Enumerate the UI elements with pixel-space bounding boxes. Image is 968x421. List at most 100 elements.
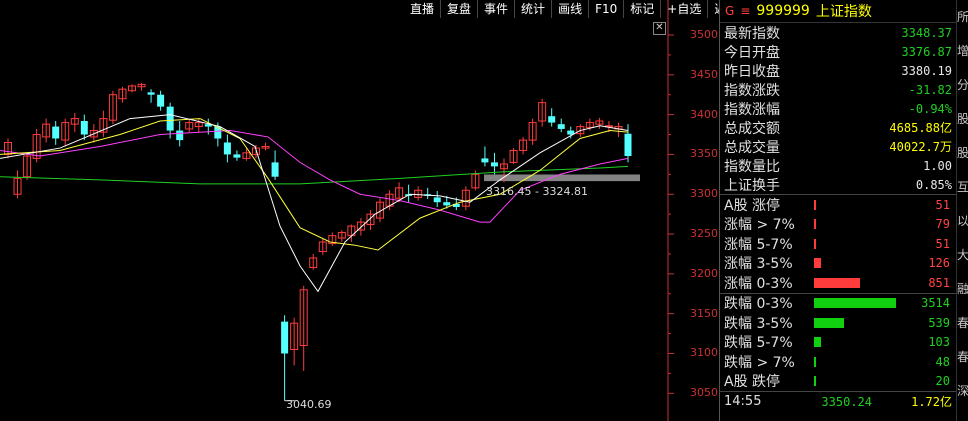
stat-row: 指数涨跌 -31.82 — [720, 80, 956, 99]
min-price-label: 3040.69 — [286, 398, 332, 411]
menu-icon[interactable]: ≡ — [740, 4, 750, 18]
breadth-value: 126 — [928, 256, 950, 271]
stat-label: 上证换手 — [724, 177, 780, 194]
edge-char: 深 — [957, 384, 968, 398]
edge-char: 增 — [957, 44, 968, 58]
candle-down — [548, 116, 556, 123]
close-icon[interactable]: ✕ — [653, 22, 666, 35]
breadth-value: 103 — [928, 335, 950, 350]
breadth-label: 跌幅 0-3% — [724, 296, 793, 313]
candle-down — [557, 124, 565, 129]
breadth-row: 涨幅 3-5% 126 — [720, 254, 956, 274]
breadth-label: 跌幅 > 7% — [724, 354, 795, 371]
stat-row: 今日开盘 3376.87 — [720, 42, 956, 61]
breadth-label: A股 涨停 — [724, 197, 781, 214]
stat-value: -31.82 — [908, 82, 952, 97]
stats-list: 最新指数 3348.37 今日开盘 3376.87 昨日收盘 3380.19 指数涨跌 -31… — [720, 23, 956, 194]
breadth-row: 跌幅 3-5% 539 — [720, 313, 956, 333]
candle-down — [223, 142, 231, 155]
stat-value: 3380.19 — [901, 63, 952, 78]
toolbar-button-0[interactable]: 直播 — [404, 0, 440, 18]
axis-tick-label: 3400 — [690, 107, 718, 121]
breadth-row: 涨幅 0-3% 851 — [720, 273, 956, 293]
breadth-label: 跌幅 3-5% — [724, 315, 793, 332]
stat-value: 4685.88亿 — [889, 121, 952, 135]
tick-volume: 1.72亿 — [911, 395, 952, 409]
stat-label: 今日开盘 — [724, 44, 780, 61]
breadth-value: 851 — [928, 275, 950, 290]
candle-down — [52, 126, 60, 139]
candle-down — [433, 197, 441, 203]
breadth-label: 涨幅 0-3% — [724, 275, 793, 292]
axis-tick-label: 3450 — [690, 67, 718, 81]
toolbar-button-7[interactable]: +自选 — [660, 0, 707, 18]
breadth-label: 涨幅 3-5% — [724, 256, 793, 273]
band-range-label: 3316.45 - 3324.81 — [486, 185, 588, 198]
side-panel-edge: 所增分股股互以大融春春深 — [956, 0, 968, 421]
breadth-bar — [814, 258, 821, 269]
axis-tick-label: 3050 — [690, 386, 718, 400]
toolbar-button-3[interactable]: 统计 — [514, 0, 551, 18]
candle-down — [166, 106, 174, 131]
edge-char: 大 — [957, 248, 968, 262]
quote-panel: G ≡ 999999 上证指数 最新指数 3348.37 今日开盘 3376.87 昨日… — [719, 0, 956, 421]
breadth-bar — [814, 317, 844, 328]
edge-char: 股 — [957, 112, 968, 126]
chart-toolbar: 直播复盘事件统计画线F10标记+自选返回 — [404, 0, 744, 18]
breadth-value: 20 — [935, 374, 950, 389]
edge-char: 股 — [957, 146, 968, 160]
candle-down — [271, 162, 279, 177]
breadth-list: A股 涨停 51 涨幅 > 7% 79 涨幅 5-7% 51 涨幅 3-5% 126 涨幅 0-… — [720, 194, 956, 391]
stat-value: 3348.37 — [901, 25, 952, 40]
breadth-bar — [814, 356, 817, 367]
g-badge[interactable]: G — [725, 4, 734, 18]
candle-down — [281, 321, 289, 354]
breadth-value: 79 — [935, 217, 950, 232]
toolbar-button-2[interactable]: 事件 — [477, 0, 514, 18]
breadth-label: 跌幅 5-7% — [724, 335, 793, 352]
breadth-bar — [814, 277, 860, 288]
stat-row: 昨日收盘 3380.19 — [720, 61, 956, 80]
edge-char: 以 — [957, 214, 968, 228]
toolbar-button-1[interactable]: 复盘 — [440, 0, 477, 18]
stat-row: 总成交量 40022.7万 — [720, 137, 956, 156]
stat-row: 指数量比 1.00 — [720, 156, 956, 175]
breadth-value: 51 — [935, 197, 950, 212]
breadth-bar — [814, 238, 817, 249]
tick-price: 3350.24 — [821, 394, 872, 409]
edge-char: 春 — [957, 316, 968, 330]
breadth-bar — [814, 199, 817, 210]
index-name: 上证指数 — [815, 4, 872, 20]
breadth-value: 539 — [928, 315, 950, 330]
stat-value: 40022.7万 — [889, 140, 952, 154]
breadth-bar — [814, 298, 896, 309]
candle-down — [481, 158, 489, 163]
candle-down — [490, 162, 498, 167]
toolbar-button-5[interactable]: F10 — [588, 0, 623, 18]
toolbar-button-6[interactable]: 标记 — [623, 0, 660, 18]
axis-tick-label: 3350 — [690, 147, 718, 161]
candle-down — [157, 94, 165, 107]
breadth-row: 跌幅 0-3% 3514 — [720, 294, 956, 314]
breadth-bar — [814, 376, 817, 387]
candle-down — [443, 202, 451, 206]
stat-label: 昨日收盘 — [724, 63, 780, 80]
axis-tick-label: 3250 — [690, 227, 718, 241]
toolbar-button-4[interactable]: 画线 — [551, 0, 588, 18]
edge-char: 所 — [957, 10, 968, 24]
edge-char: 互 — [957, 180, 968, 194]
axis-tick-label: 3500 — [690, 28, 718, 41]
stat-value: -0.94% — [908, 101, 952, 116]
breadth-label: A股 跌停 — [724, 374, 781, 391]
axis-tick-label: 3300 — [690, 187, 718, 201]
stat-label: 总成交额 — [724, 120, 780, 137]
panel-title: G ≡ 999999 上证指数 — [720, 0, 956, 23]
stat-row: 指数涨幅 -0.94% — [720, 99, 956, 118]
edge-char: 融 — [957, 282, 968, 296]
candle-down — [147, 92, 155, 95]
breadth-row: 涨幅 > 7% 79 — [720, 215, 956, 235]
stat-row: 最新指数 3348.37 — [720, 23, 956, 42]
breadth-row: 跌幅 > 7% 48 — [720, 352, 956, 372]
stat-value: 1.00 — [923, 158, 952, 173]
stat-label: 指数量比 — [724, 158, 780, 175]
